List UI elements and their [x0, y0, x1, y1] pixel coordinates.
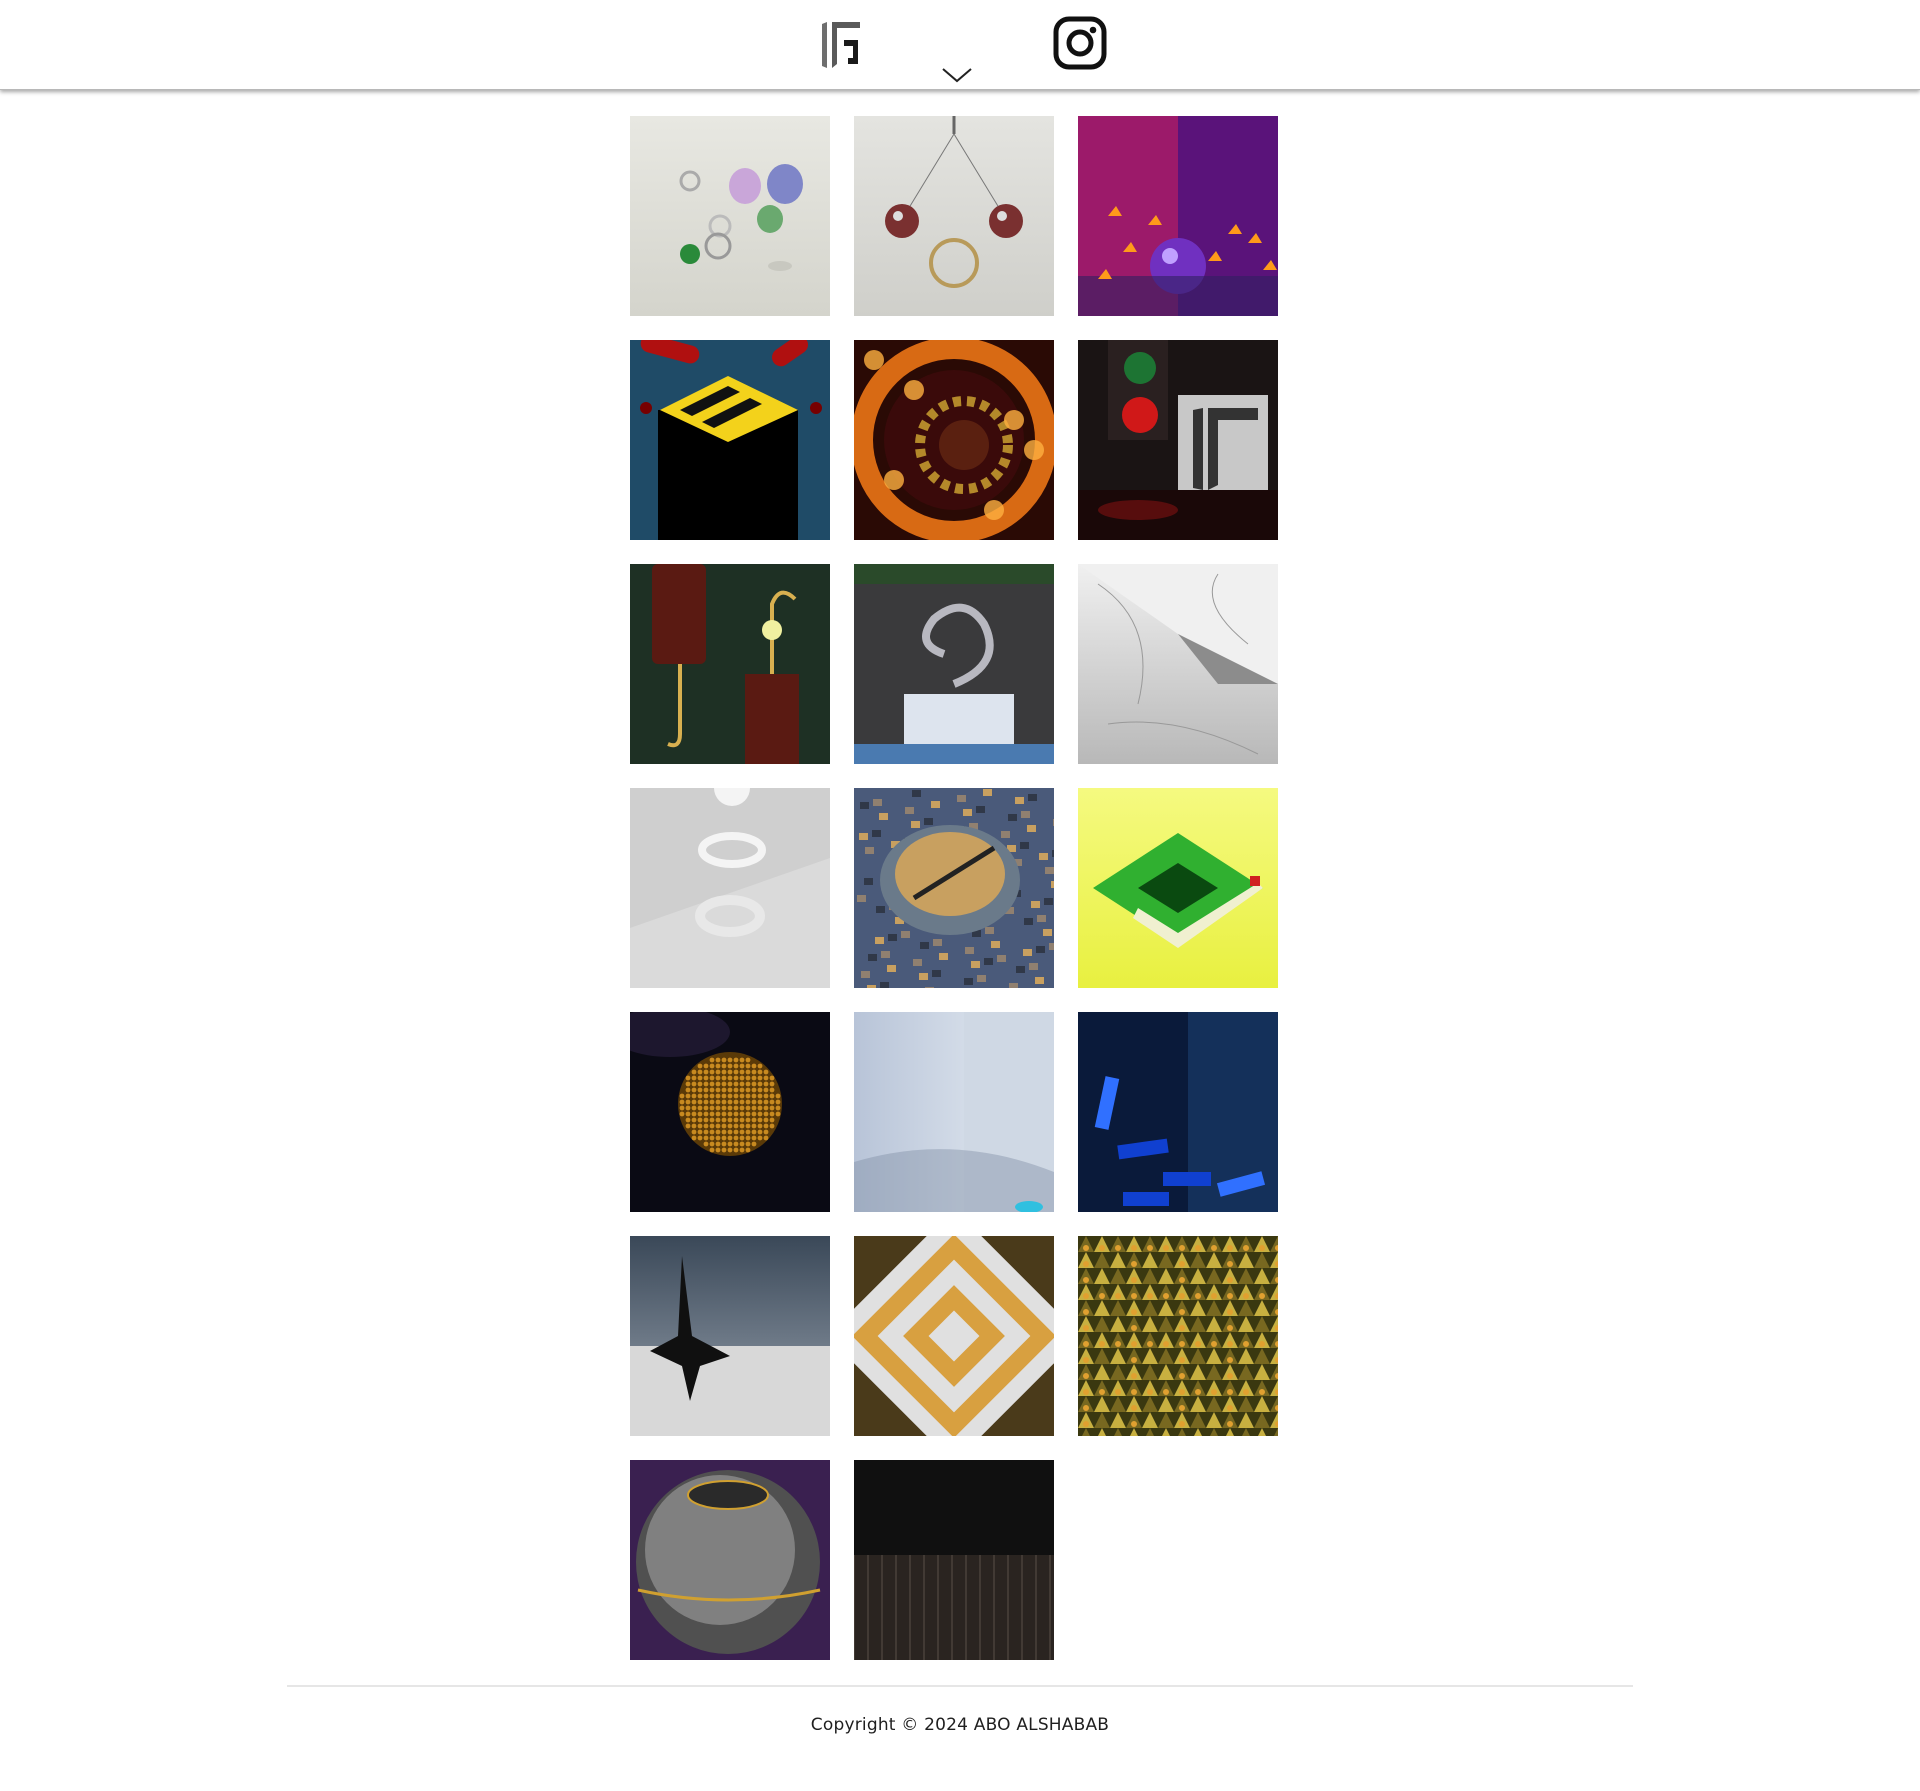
thumbnail-image: [630, 564, 830, 764]
gallery-thumbnail-golden-bead-sphere[interactable]: [630, 1012, 830, 1212]
copyright-text: Copyright © 2024 ABO ALSHABAB: [810, 1715, 1110, 1735]
gallery-thumbnail-black-spinning-top[interactable]: [630, 1236, 830, 1436]
thumbnail-image: [854, 1012, 1054, 1212]
gallery-thumbnail-purple-sphere-fire[interactable]: [1078, 116, 1278, 316]
thumbnail-image: [854, 340, 1054, 540]
gallery-thumbnail-glass-rings-cylinders[interactable]: [630, 116, 830, 316]
thumbnail-image: [1078, 116, 1278, 316]
thumbnail-image: [1078, 564, 1278, 764]
thumbnail-image: [854, 1236, 1054, 1436]
thumbnail-image: [630, 340, 830, 540]
gallery-thumbnail-white-torus-rings[interactable]: [630, 788, 830, 988]
gallery-thumbnail-marble-spiral-sculpture[interactable]: [854, 564, 1054, 764]
gallery-thumbnail-white-room-corner[interactable]: [854, 1012, 1054, 1212]
thumbnail-image: [630, 1236, 830, 1436]
gallery-thumbnail-coin-pit-camouflage[interactable]: [854, 788, 1054, 988]
gallery-thumbnail-dark-wood-wall[interactable]: [854, 1460, 1054, 1660]
thumbnail-image: [1078, 340, 1278, 540]
gallery-thumbnail-hazard-box-red-tubes[interactable]: [630, 340, 830, 540]
gallery-thumbnail-fire-gear-ring[interactable]: [854, 340, 1054, 540]
instagram-icon[interactable]: [1052, 15, 1108, 71]
thumbnail-image: [1078, 788, 1278, 988]
chevron-down-icon[interactable]: [941, 66, 973, 84]
gallery-thumbnail-green-block-path[interactable]: [1078, 788, 1278, 988]
thumbnail-image: [1078, 1236, 1278, 1436]
gallery-thumbnail-copper-hook-cylinders[interactable]: [630, 564, 830, 764]
thumbnail-image: [854, 1460, 1054, 1660]
thumbnail-image: [630, 1012, 830, 1212]
site-header: [0, 0, 1920, 90]
thumbnail-image: [854, 564, 1054, 764]
kg-monogram-logo[interactable]: [818, 18, 864, 72]
gallery-thumbnail-traffic-light-logo-room[interactable]: [1078, 340, 1278, 540]
thumbnail-image: [854, 788, 1054, 988]
gallery-thumbnail-pendulum-spheres-ring[interactable]: [854, 116, 1054, 316]
gallery-thumbnail-gold-triangle-field[interactable]: [1078, 1236, 1278, 1436]
thumbnail-image: [630, 788, 830, 988]
thumbnail-image: [854, 116, 1054, 316]
thumbnail-image: [630, 116, 830, 316]
gallery-thumbnail-golden-square-steps[interactable]: [854, 1236, 1054, 1436]
gallery-thumbnail-blue-neon-blocks[interactable]: [1078, 1012, 1278, 1212]
footer-divider: [287, 1685, 1633, 1687]
gallery-thumbnail-metal-sphere-purple[interactable]: [630, 1460, 830, 1660]
thumbnail-image: [1078, 1012, 1278, 1212]
thumbnail-image: [630, 1460, 830, 1660]
gallery-thumbnail-white-marble-pyramid[interactable]: [1078, 564, 1278, 764]
